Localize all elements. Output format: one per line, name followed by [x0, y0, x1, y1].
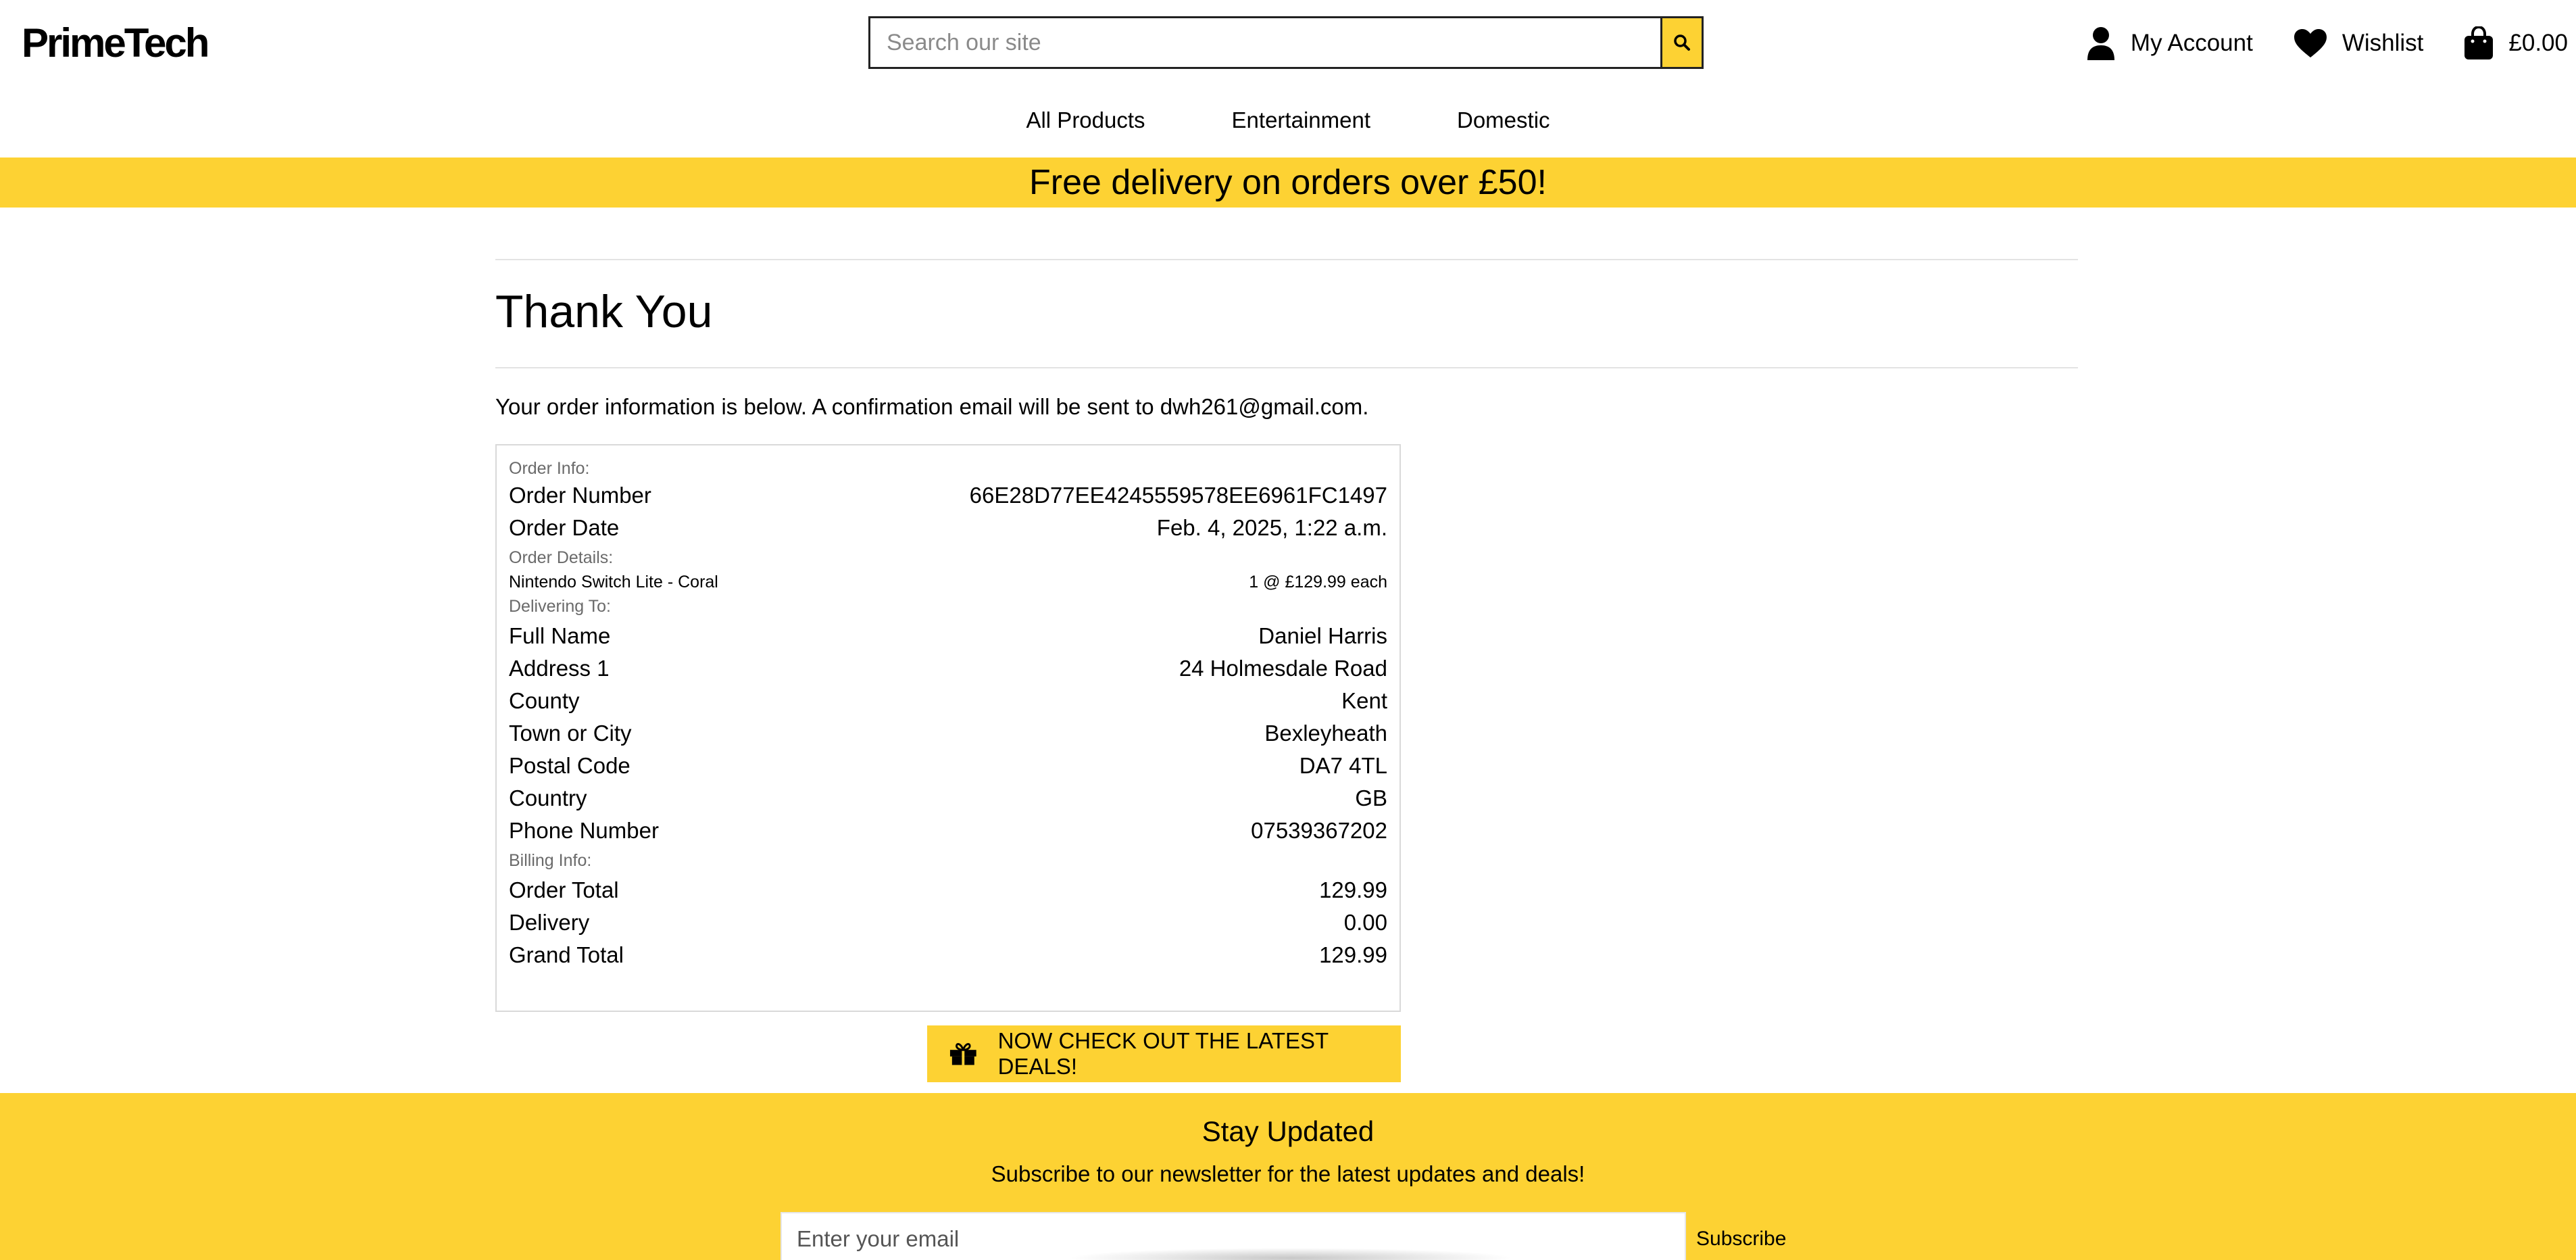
row-label: Order Number: [509, 483, 651, 508]
row-value: Kent: [1341, 688, 1387, 713]
row-value: GB: [1355, 785, 1387, 810]
order-intro-text: Your order information is below. A confi…: [495, 394, 1369, 419]
delivery-row-full-name: Full Name Daniel Harris: [509, 620, 1387, 652]
subscribe-button[interactable]: Subscribe: [1696, 1221, 1786, 1257]
row-label: Order Date: [509, 515, 620, 540]
newsletter-footer: Stay Updated Subscribe to our newsletter…: [0, 1093, 2576, 1260]
delivery-row-town: Town or City Bexleyheath: [509, 717, 1387, 750]
row-label: Grand Total: [509, 942, 624, 967]
order-number-row: Order Number 66E28D77EE4245559578EE6961F…: [509, 479, 1387, 512]
delivery-banner: Free delivery on orders over £50!: [0, 158, 2576, 208]
row-value: Daniel Harris: [1258, 623, 1387, 648]
row-value: 24 Holmesdale Road: [1179, 656, 1387, 681]
order-details-label: Order Details:: [509, 548, 614, 567]
order-info-label: Order Info:: [509, 459, 590, 478]
shopping-bag-icon: [2464, 26, 2494, 59]
row-label: Address 1: [509, 656, 610, 681]
nav-all-products[interactable]: All Products: [1026, 101, 1145, 139]
newsletter-title: Stay Updated: [1202, 1115, 1374, 1147]
page-title: Thank You: [495, 286, 713, 337]
my-account-link[interactable]: My Account: [2086, 26, 2253, 60]
row-label: Country: [509, 785, 587, 810]
row-value: DA7 4TL: [1299, 753, 1387, 778]
row-value: 129.99: [1319, 942, 1387, 967]
row-label: Order Total: [509, 877, 619, 902]
order-number-value: 66E28D77EE4245559578EE6961FC1497: [969, 483, 1387, 508]
row-value: 07539367202: [1251, 818, 1387, 843]
divider: [495, 259, 2078, 260]
delivery-row-address-1: Address 1 24 Holmesdale Road: [509, 652, 1387, 685]
heart-icon: [2294, 29, 2327, 57]
latest-deals-button[interactable]: NOW CHECK OUT THE LATEST DEALS!: [927, 1025, 1401, 1082]
billing-row-delivery: Delivery 0.00: [509, 906, 1387, 939]
delivery-row-country: Country GB: [509, 782, 1387, 815]
billing-info-label: Billing Info:: [509, 851, 592, 870]
wishlist-link[interactable]: Wishlist: [2294, 28, 2424, 58]
row-label: Postal Code: [509, 753, 630, 778]
row-value: 129.99: [1319, 877, 1387, 902]
gift-icon: [949, 1043, 976, 1065]
product-name: Nintendo Switch Lite - Coral: [509, 573, 718, 591]
row-value: 0.00: [1343, 910, 1387, 935]
row-value: Bexleyheath: [1264, 721, 1387, 746]
order-line-item: Nintendo Switch Lite - Coral 1 @ £129.99…: [509, 568, 1387, 596]
wishlist-label: Wishlist: [2342, 30, 2424, 56]
my-account-label: My Account: [2130, 30, 2253, 56]
delivering-to-label: Delivering To:: [509, 597, 612, 616]
latest-deals-label: NOW CHECK OUT THE LATEST DEALS!: [997, 1028, 1329, 1079]
product-quantity-price: 1 @ £129.99 each: [1249, 573, 1387, 591]
delivery-row-phone: Phone Number 07539367202: [509, 815, 1387, 847]
main-nav: All Products Entertainment Domestic: [0, 101, 2576, 139]
nav-domestic[interactable]: Domestic: [1457, 101, 1550, 139]
site-logo[interactable]: PrimeTech: [22, 19, 209, 68]
site-header: PrimeTech My Account Wishlist: [0, 0, 2576, 88]
row-label: Full Name: [509, 623, 611, 648]
delivery-row-postal-code: Postal Code DA7 4TL: [509, 750, 1387, 782]
search-bar: [868, 16, 1704, 69]
header-actions: My Account Wishlist £0.00: [2086, 24, 2568, 62]
bag-total: £0.00: [2508, 30, 2568, 56]
row-label: County: [509, 688, 580, 713]
main-content: Thank You Your order information is belo…: [495, 259, 2078, 420]
billing-row-grand-total: Grand Total 129.99: [509, 939, 1387, 971]
delivery-row-county: County Kent: [509, 685, 1387, 717]
bag-link[interactable]: £0.00: [2464, 26, 2568, 60]
user-icon: [2087, 27, 2114, 60]
order-summary-table: Order Info: Order Number 66E28D77EE42455…: [495, 444, 1401, 1012]
delivery-banner-text: Free delivery on orders over £50!: [1029, 163, 1547, 202]
newsletter-subtitle: Subscribe to our newsletter for the late…: [991, 1161, 1585, 1186]
row-label: Delivery: [509, 910, 590, 935]
divider: [495, 367, 2078, 368]
billing-row-order-total: Order Total 129.99: [509, 874, 1387, 906]
search-button[interactable]: [1660, 16, 1704, 69]
search-icon: [1674, 34, 1690, 51]
order-date-row: Order Date Feb. 4, 2025, 1:22 a.m.: [509, 512, 1387, 544]
nav-entertainment[interactable]: Entertainment: [1232, 101, 1370, 139]
search-input[interactable]: [868, 16, 1660, 69]
order-date-value: Feb. 4, 2025, 1:22 a.m.: [1156, 515, 1387, 540]
row-label: Town or City: [509, 721, 632, 746]
row-label: Phone Number: [509, 818, 659, 843]
